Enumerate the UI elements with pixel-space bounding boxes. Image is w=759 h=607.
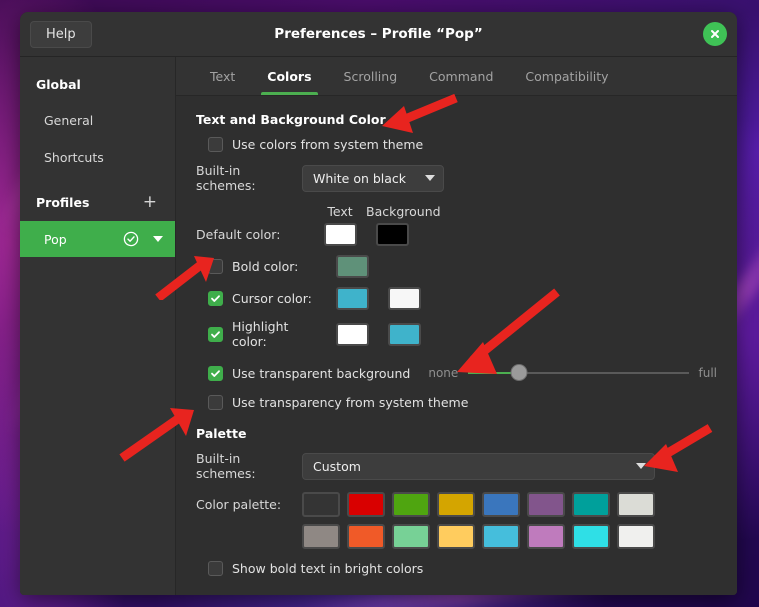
default-color-row: Default color:	[196, 223, 717, 246]
palette-swatch-0-2[interactable]	[392, 492, 430, 517]
palette-swatch-1-2[interactable]	[392, 524, 430, 549]
highlight-color-label: Highlight color:	[232, 319, 326, 349]
tab-colors[interactable]: Colors	[251, 57, 327, 95]
sidebar-header-global: Global	[20, 67, 175, 102]
slider-max-label: full	[699, 366, 718, 380]
sidebar-item-general[interactable]: General	[20, 102, 175, 139]
palette-swatch-1-1[interactable]	[347, 524, 385, 549]
palette-swatch-0-3[interactable]	[437, 492, 475, 517]
palette-swatch-1-5[interactable]	[527, 524, 565, 549]
palette-swatch-0-7[interactable]	[617, 492, 655, 517]
bold-color-row: Bold color:	[196, 255, 717, 278]
section-title-text-background-color: Text and Background Color	[196, 112, 717, 127]
show-bold-bright-row: Show bold text in bright colors	[208, 561, 717, 576]
cursor-color-checkbox[interactable]	[208, 291, 223, 306]
default-text-color-swatch[interactable]	[324, 223, 357, 246]
use-transparent-background-row: Use transparent background none full	[196, 363, 717, 383]
plus-icon[interactable]: +	[141, 194, 159, 211]
sidebar-item-profile-pop[interactable]: Pop	[20, 221, 175, 257]
profile-name-label: Pop	[44, 232, 67, 247]
bold-text-color-swatch[interactable]	[336, 255, 369, 278]
tab-command[interactable]: Command	[413, 57, 509, 95]
chevron-down-icon	[636, 463, 646, 469]
slider-min-label: none	[428, 366, 458, 380]
default-color-label: Default color:	[196, 227, 302, 242]
column-header-background: Background	[366, 204, 418, 219]
tab-scrolling[interactable]: Scrolling	[328, 57, 414, 95]
palette-swatch-1-6[interactable]	[572, 524, 610, 549]
highlight-background-color-swatch[interactable]	[388, 323, 421, 346]
tab-bar: Text Colors Scrolling Command Compatibil…	[176, 57, 737, 96]
use-system-transparency-row: Use transparency from system theme	[208, 395, 717, 410]
builtin-schemes-value: White on black	[313, 171, 406, 186]
use-transparent-background-label: Use transparent background	[232, 366, 410, 381]
cursor-background-color-swatch[interactable]	[388, 287, 421, 310]
color-column-headers: Text Background	[196, 204, 717, 219]
chevron-down-icon[interactable]	[153, 236, 163, 242]
palette-swatch-0-0[interactable]	[302, 492, 340, 517]
palette-swatch-0-4[interactable]	[482, 492, 520, 517]
close-icon[interactable]	[703, 22, 727, 46]
palette-swatch-0-1[interactable]	[347, 492, 385, 517]
use-system-transparency-checkbox[interactable]	[208, 395, 223, 410]
desktop-background: Help Preferences – Profile “Pop” Global …	[0, 0, 759, 607]
tab-compatibility[interactable]: Compatibility	[509, 57, 624, 95]
sidebar: Global General Shortcuts Profiles + Pop	[20, 57, 176, 595]
cursor-color-label: Cursor color:	[232, 291, 312, 306]
window-title: Preferences – Profile “Pop”	[20, 26, 737, 42]
color-palette-grid: Color palette:	[196, 492, 717, 549]
color-palette-row	[196, 524, 717, 549]
chevron-down-icon	[425, 175, 435, 181]
palette-builtin-schemes-label: Built-in schemes:	[196, 451, 302, 481]
sidebar-header-profiles: Profiles	[36, 195, 89, 210]
default-background-color-swatch[interactable]	[376, 223, 409, 246]
tab-text[interactable]: Text	[194, 57, 251, 95]
show-bold-bright-checkbox[interactable]	[208, 561, 223, 576]
colors-panel: Text and Background Color Use colors fro…	[176, 96, 737, 595]
section-title-palette: Palette	[196, 426, 717, 441]
sidebar-item-shortcuts[interactable]: Shortcuts	[20, 139, 175, 176]
palette-swatch-1-4[interactable]	[482, 524, 520, 549]
palette-builtin-schemes-dropdown[interactable]: Custom	[302, 453, 655, 480]
palette-swatch-0-5[interactable]	[527, 492, 565, 517]
use-transparent-background-checkbox[interactable]	[208, 366, 223, 381]
sidebar-profiles-row: Profiles +	[20, 184, 175, 221]
builtin-schemes-label: Built-in schemes:	[196, 163, 302, 193]
bold-color-label: Bold color:	[232, 259, 298, 274]
cursor-color-row: Cursor color:	[196, 287, 717, 310]
column-header-text: Text	[314, 204, 366, 219]
color-palette-row: Color palette:	[196, 492, 717, 517]
color-palette-label: Color palette:	[196, 497, 302, 512]
cursor-text-color-swatch[interactable]	[336, 287, 369, 310]
palette-swatch-0-6[interactable]	[572, 492, 610, 517]
use-system-theme-colors-row: Use colors from system theme	[208, 137, 717, 152]
highlight-color-checkbox[interactable]	[208, 327, 223, 342]
palette-swatch-1-3[interactable]	[437, 524, 475, 549]
transparency-slider[interactable]	[468, 363, 688, 383]
builtin-schemes-row: Built-in schemes: White on black	[196, 163, 717, 193]
help-button[interactable]: Help	[30, 21, 92, 48]
use-system-theme-colors-checkbox[interactable]	[208, 137, 223, 152]
slider-thumb[interactable]	[510, 364, 527, 381]
bold-color-checkbox[interactable]	[208, 259, 223, 274]
use-system-theme-colors-label: Use colors from system theme	[232, 137, 423, 152]
palette-builtin-schemes-row: Built-in schemes: Custom	[196, 451, 717, 481]
window-body: Global General Shortcuts Profiles + Pop	[20, 57, 737, 595]
palette-builtin-schemes-value: Custom	[313, 459, 361, 474]
show-bold-bright-label: Show bold text in bright colors	[232, 561, 423, 576]
use-system-transparency-label: Use transparency from system theme	[232, 395, 468, 410]
check-circle-icon	[123, 231, 139, 247]
preferences-window: Help Preferences – Profile “Pop” Global …	[20, 12, 737, 595]
palette-swatch-1-0[interactable]	[302, 524, 340, 549]
builtin-schemes-dropdown[interactable]: White on black	[302, 165, 444, 192]
palette-swatch-1-7[interactable]	[617, 524, 655, 549]
highlight-color-row: Highlight color:	[196, 319, 717, 349]
content-area: Text Colors Scrolling Command Compatibil…	[176, 57, 737, 595]
title-bar: Help Preferences – Profile “Pop”	[20, 12, 737, 57]
highlight-text-color-swatch[interactable]	[336, 323, 369, 346]
